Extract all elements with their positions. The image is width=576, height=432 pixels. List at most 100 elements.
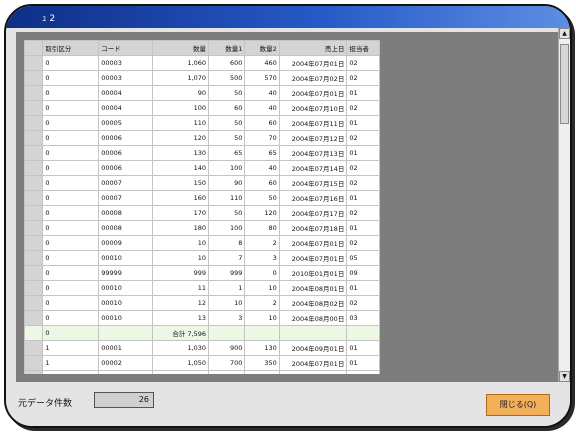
- table-row[interactable]: 0 00009 10 8 2 2004年07月01日 02: [24, 235, 380, 251]
- table-cell[interactable]: 1,070: [151, 70, 210, 86]
- table-cell[interactable]: 2004年07月01日: [278, 85, 348, 101]
- table-cell[interactable]: 2004年07月02日: [278, 70, 348, 86]
- table-cell[interactable]: 00007: [98, 190, 153, 206]
- table-cell[interactable]: 2004年07月16日: [278, 190, 348, 206]
- table-cell[interactable]: 40: [244, 100, 280, 116]
- row-selector[interactable]: [24, 160, 44, 176]
- table-cell[interactable]: 13: [151, 310, 210, 326]
- table-cell[interactable]: 140: [151, 160, 210, 176]
- table-cell[interactable]: 01: [346, 355, 380, 371]
- table-cell[interactable]: 0: [42, 235, 100, 251]
- table-cell[interactable]: 180: [151, 220, 210, 236]
- table-cell[interactable]: 10: [244, 310, 280, 326]
- table-cell[interactable]: 80: [151, 370, 210, 374]
- row-selector[interactable]: [24, 100, 44, 116]
- table-cell[interactable]: 0: [42, 280, 100, 296]
- table-cell[interactable]: 0: [42, 160, 100, 176]
- table-cell[interactable]: 1: [208, 280, 246, 296]
- table-cell[interactable]: 00003: [98, 55, 153, 71]
- table-cell[interactable]: 1: [42, 340, 100, 356]
- table-cell[interactable]: 10: [244, 280, 280, 296]
- table-cell[interactable]: [346, 325, 380, 341]
- row-selector[interactable]: [24, 265, 44, 281]
- table-cell[interactable]: 0: [42, 250, 100, 266]
- table-cell[interactable]: 2004年07月14日: [278, 160, 348, 176]
- table-row[interactable]: 0 00006 120 50 70 2004年07月12日 02: [24, 130, 380, 146]
- table-cell[interactable]: 0: [42, 145, 100, 161]
- table-cell[interactable]: 02: [346, 205, 380, 221]
- table-cell[interactable]: 1,060: [151, 55, 210, 71]
- table-row[interactable]: 0 00008 180 100 80 2004年07月18日 01: [24, 220, 380, 236]
- table-cell[interactable]: 0: [42, 70, 100, 86]
- table-cell[interactable]: 0: [42, 310, 100, 326]
- table-cell[interactable]: 00006: [98, 145, 153, 161]
- table-row[interactable]: 1 00002 1,050 700 350 2004年07月01日 01: [24, 355, 380, 371]
- table-cell[interactable]: 120: [244, 205, 280, 221]
- table-row[interactable]: 0 99999 999 999 0 2010年01月01日 09: [24, 265, 380, 281]
- table-row[interactable]: 0 00007 150 90 60 2004年07月15日 02: [24, 175, 380, 191]
- table-row[interactable]: 0 00010 11 1 10 2004年08月01日 01: [24, 280, 380, 296]
- table-cell[interactable]: 999: [151, 265, 210, 281]
- table-cell[interactable]: 01: [346, 145, 380, 161]
- table-cell[interactable]: 570: [244, 70, 280, 86]
- table-cell[interactable]: 02: [346, 70, 380, 86]
- table-cell[interactable]: 60: [244, 175, 280, 191]
- row-selector[interactable]: [24, 250, 44, 266]
- table-cell[interactable]: 10: [208, 295, 246, 311]
- row-selector[interactable]: [24, 280, 44, 296]
- table-cell[interactable]: 50: [208, 205, 246, 221]
- row-selector[interactable]: [24, 295, 44, 311]
- table-cell[interactable]: 460: [244, 55, 280, 71]
- table-cell[interactable]: 1: [42, 370, 100, 374]
- table-cell[interactable]: 100: [151, 100, 210, 116]
- close-button[interactable]: 閉じる(Q): [486, 394, 550, 416]
- table-cell[interactable]: 00008: [98, 220, 153, 236]
- table-cell[interactable]: 50: [208, 85, 246, 101]
- table-cell[interactable]: 600: [208, 55, 246, 71]
- table-cell[interactable]: 2004年07月15日: [278, 175, 348, 191]
- table-cell[interactable]: 0: [244, 265, 280, 281]
- table-cell[interactable]: 00003: [98, 370, 153, 374]
- table-cell[interactable]: 900: [208, 340, 246, 356]
- subtotal-row[interactable]: 0 合計 7,596: [24, 325, 380, 341]
- table-cell[interactable]: 0: [42, 205, 100, 221]
- table-cell[interactable]: 02: [346, 160, 380, 176]
- row-selector[interactable]: [24, 130, 44, 146]
- table-cell[interactable]: 2: [244, 295, 280, 311]
- table-cell[interactable]: 1,030: [151, 340, 210, 356]
- table-cell[interactable]: 2004年07月01日: [278, 55, 348, 71]
- table-cell[interactable]: 0: [42, 130, 100, 146]
- table-cell[interactable]: 00010: [98, 280, 153, 296]
- row-selector[interactable]: [24, 205, 44, 221]
- table-cell[interactable]: 2004年09月01日: [278, 340, 348, 356]
- table-cell[interactable]: 3: [208, 310, 246, 326]
- table-row[interactable]: 0 00010 13 3 10 2004年08月00日 03: [24, 310, 380, 326]
- column-header-staff[interactable]: 担当者: [346, 40, 380, 56]
- table-cell[interactable]: [278, 325, 348, 341]
- table-cell[interactable]: 50: [208, 115, 246, 131]
- table-cell[interactable]: 1,050: [151, 355, 210, 371]
- table-cell[interactable]: 0: [42, 175, 100, 191]
- table-cell[interactable]: 110: [151, 115, 210, 131]
- row-selector[interactable]: [24, 175, 44, 191]
- table-cell[interactable]: 50: [208, 130, 246, 146]
- row-selector[interactable]: [24, 325, 44, 341]
- table-row[interactable]: 0 00008 170 50 120 2004年07月17日 02: [24, 205, 380, 221]
- row-selector[interactable]: [24, 55, 44, 71]
- table-cell[interactable]: 2010年01月01日: [278, 265, 348, 281]
- table-cell[interactable]: 2004年07月01日: [278, 355, 348, 371]
- table-row[interactable]: 0 00010 12 10 2 2004年08月02日 02: [24, 295, 380, 311]
- table-cell[interactable]: [98, 325, 153, 341]
- table-cell[interactable]: 350: [244, 355, 280, 371]
- row-selector[interactable]: [24, 355, 44, 371]
- column-header-torihiki-kubun[interactable]: 取引区分: [42, 40, 100, 56]
- row-selector[interactable]: [24, 190, 44, 206]
- table-cell[interactable]: 2004年07月03日: [278, 370, 348, 374]
- table-cell[interactable]: 00002: [98, 355, 153, 371]
- table-cell[interactable]: 02: [346, 130, 380, 146]
- row-selector[interactable]: [24, 370, 44, 374]
- table-cell[interactable]: 00005: [98, 115, 153, 131]
- table-cell[interactable]: 160: [151, 190, 210, 206]
- table-cell[interactable]: 120: [151, 130, 210, 146]
- row-selector[interactable]: [24, 85, 44, 101]
